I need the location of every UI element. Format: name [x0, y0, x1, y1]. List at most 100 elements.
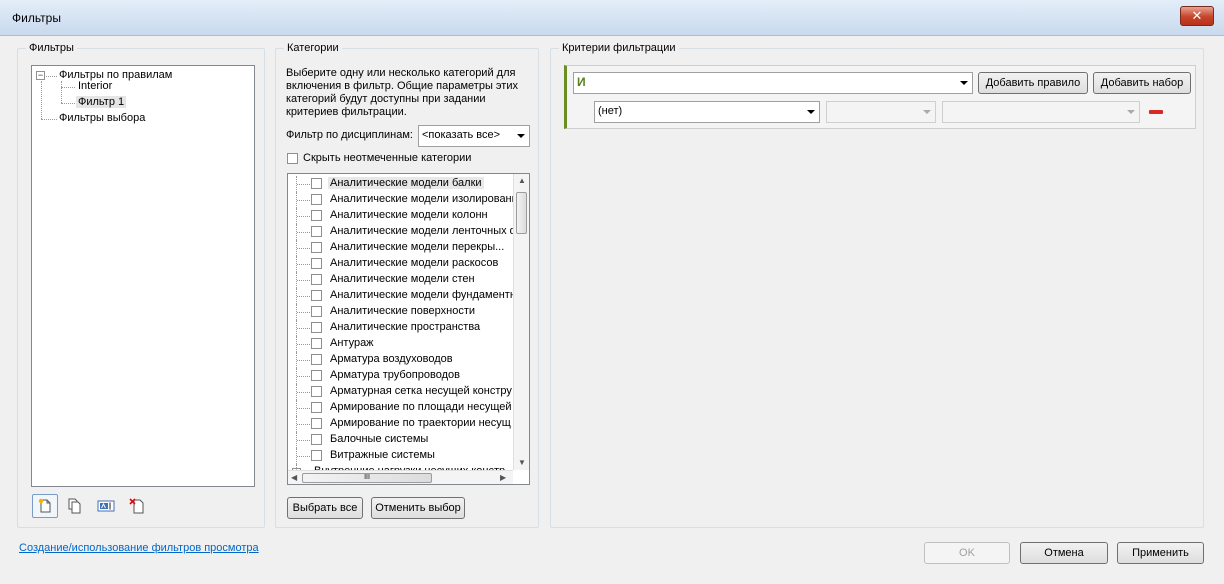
category-item[interactable]: Арматура трубопроводов — [288, 368, 514, 384]
discipline-filter-select[interactable]: <показать все> — [418, 125, 530, 147]
duplicate-filter-button[interactable] — [61, 494, 87, 518]
hide-unchecked-checkbox[interactable] — [287, 153, 298, 164]
category-checkbox[interactable] — [311, 402, 322, 413]
tree-node-selection-filters[interactable]: Фильтры выбора — [59, 112, 145, 124]
category-item[interactable]: Аналитические модели стен — [288, 272, 514, 288]
tree-collapse-toggle[interactable]: − — [36, 71, 45, 80]
remove-rule-button[interactable] — [1147, 104, 1165, 120]
chevron-down-icon — [923, 110, 931, 114]
category-item[interactable]: Аналитические модели колонн — [288, 208, 514, 224]
category-item[interactable]: Аналитические модели изолированн — [288, 192, 514, 208]
category-label: Арматура воздуховодов — [330, 353, 453, 365]
categories-rows: Аналитические модели балки Аналитические … — [288, 174, 514, 470]
help-link[interactable]: Создание/использование фильтров просмотр… — [19, 542, 259, 554]
category-label: Аналитические модели ленточных ф — [330, 225, 514, 237]
category-label: Аналитические модели колонн — [330, 209, 488, 221]
scroll-up-icon[interactable]: ▲ — [518, 176, 526, 185]
categories-hscrollbar[interactable]: ◀ III ▶ — [288, 470, 513, 484]
category-checkbox[interactable] — [311, 194, 322, 205]
categories-vscroll-thumb[interactable] — [516, 192, 527, 234]
categories-panel-title: Категории — [284, 42, 342, 54]
scroll-right-icon[interactable]: ▶ — [500, 473, 506, 482]
category-checkbox[interactable] — [311, 226, 322, 237]
category-checkbox[interactable] — [311, 354, 322, 365]
category-checkbox[interactable] — [311, 210, 322, 221]
category-checkbox[interactable] — [311, 434, 322, 445]
rename-filter-button[interactable] — [93, 494, 119, 518]
rule-set-block: И Добавить правило Добавить набор (нет) — [564, 65, 1196, 129]
chevron-down-icon — [517, 134, 525, 138]
category-checkbox[interactable] — [311, 338, 322, 349]
discipline-filter-value: <показать все> — [422, 129, 501, 141]
select-all-button[interactable]: Выбрать все — [287, 497, 363, 519]
duplicate-filter-icon — [68, 498, 81, 514]
delete-filter-icon — [129, 498, 144, 514]
category-checkbox[interactable] — [311, 306, 322, 317]
category-label: Балочные системы — [330, 433, 429, 445]
category-checkbox[interactable] — [311, 290, 322, 301]
category-label: Аналитические модели стен — [330, 273, 475, 285]
new-filter-button[interactable] — [32, 494, 58, 518]
window-title: Фильтры — [12, 11, 61, 25]
category-label: Аналитические пространства — [330, 321, 481, 333]
category-item[interactable]: Балочные системы — [288, 432, 514, 448]
category-checkbox[interactable] — [311, 450, 322, 461]
categories-hscroll-thumb[interactable]: III — [302, 473, 432, 483]
category-label: Аналитические модели перекры... — [330, 241, 505, 253]
category-item[interactable]: Аналитические модели перекры... — [288, 240, 514, 256]
category-label: Армирование по траектории несущ — [330, 417, 511, 429]
category-item[interactable]: Армирование по площади несущей — [288, 400, 514, 416]
category-item[interactable]: Антураж — [288, 336, 514, 352]
chevron-down-icon — [1127, 110, 1135, 114]
rule-operator-select[interactable] — [826, 101, 936, 123]
category-checkbox[interactable] — [311, 274, 322, 285]
chevron-down-icon — [807, 110, 815, 114]
categories-list[interactable]: Аналитические модели балки Аналитические … — [287, 173, 530, 485]
category-item[interactable]: Витражные системы — [288, 448, 514, 464]
rule-value-select[interactable] — [942, 101, 1140, 123]
category-item[interactable]: Аналитические модели ленточных ф — [288, 224, 514, 240]
category-item[interactable]: Аналитические поверхности — [288, 304, 514, 320]
cancel-button[interactable]: Отмена — [1020, 542, 1108, 564]
categories-vscrollbar[interactable]: ▲ ▼ — [513, 174, 529, 470]
category-item[interactable]: Аналитические модели фундаментн — [288, 288, 514, 304]
tree-node-rule-filters[interactable]: Фильтры по правилам — [59, 69, 172, 81]
apply-button[interactable]: Применить — [1117, 542, 1204, 564]
category-item[interactable]: Арматурная сетка несущей констру — [288, 384, 514, 400]
delete-filter-button[interactable] — [124, 494, 150, 518]
filters-tree[interactable]: − Фильтры по правилам Фильтры выбора Int… — [31, 65, 255, 487]
scroll-down-icon[interactable]: ▼ — [518, 458, 526, 467]
category-checkbox[interactable] — [311, 322, 322, 333]
filters-panel-title: Фильтры — [26, 42, 77, 54]
hscroll-grip-icon: III — [364, 474, 370, 481]
category-label: Аналитические модели балки — [328, 177, 484, 189]
title-bar: Фильтры ✕ — [0, 0, 1224, 36]
tree-node-interior[interactable]: Interior — [78, 80, 112, 92]
category-item[interactable]: Арматура воздуховодов — [288, 352, 514, 368]
category-checkbox[interactable] — [311, 242, 322, 253]
category-checkbox[interactable] — [311, 418, 322, 429]
rule-set-operator-select[interactable]: И — [573, 72, 973, 94]
category-checkbox[interactable] — [311, 386, 322, 397]
category-item[interactable]: Аналитические пространства — [288, 320, 514, 336]
criteria-panel-title: Критерии фильтрации — [559, 42, 679, 54]
category-label: Арматура трубопроводов — [330, 369, 460, 381]
category-label: Аналитические модели изолированн — [330, 193, 514, 205]
add-set-button[interactable]: Добавить набор — [1093, 72, 1191, 94]
category-item[interactable]: Армирование по траектории несущ — [288, 416, 514, 432]
rule-parameter-select[interactable]: (нет) — [594, 101, 820, 123]
rename-filter-icon — [97, 500, 115, 512]
category-checkbox[interactable] — [311, 258, 322, 269]
close-button[interactable]: ✕ — [1180, 6, 1214, 26]
ok-button[interactable]: OK — [924, 542, 1010, 564]
category-item[interactable]: Аналитические модели раскосов — [288, 256, 514, 272]
add-rule-button[interactable]: Добавить правило — [978, 72, 1088, 94]
scroll-left-icon[interactable]: ◀ — [291, 473, 297, 482]
category-checkbox[interactable] — [311, 178, 322, 189]
clear-selection-button[interactable]: Отменить выбор — [371, 497, 465, 519]
new-filter-icon — [38, 498, 51, 513]
category-item[interactable]: Аналитические модели балки — [288, 176, 514, 192]
category-label: Арматурная сетка несущей констру — [330, 385, 512, 397]
category-checkbox[interactable] — [311, 370, 322, 381]
tree-node-filter-1[interactable]: Фильтр 1 — [76, 96, 127, 108]
